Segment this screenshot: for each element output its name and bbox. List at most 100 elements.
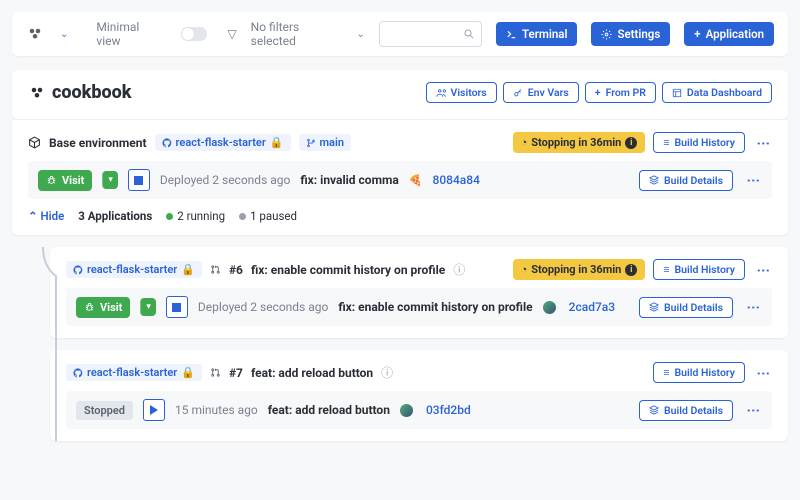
pr6-title: fix: enable commit history on profile xyxy=(251,263,445,277)
cube-icon xyxy=(28,136,41,149)
lock-icon: 🔒 xyxy=(270,136,284,149)
pr7-time: 15 minutes ago xyxy=(175,403,258,417)
lock-icon: 🔒 xyxy=(181,366,195,379)
build-history-button[interactable]: ≡Build History xyxy=(653,132,745,153)
search-input[interactable] xyxy=(379,21,482,47)
project-title: cookbook xyxy=(28,82,132,103)
visit-caret[interactable]: ▾ xyxy=(102,171,118,189)
commit-message: fix: invalid comma xyxy=(300,173,398,187)
dashboard-button[interactable]: Data Dashboard xyxy=(662,82,772,103)
avatar-icon xyxy=(400,404,413,417)
info-icon[interactable]: ⓘ xyxy=(453,261,465,278)
layers-icon xyxy=(649,405,659,415)
pr7-build-history-button[interactable]: ≡Build History xyxy=(653,362,745,383)
plus-icon: + xyxy=(595,86,601,99)
branch-chip[interactable]: main xyxy=(299,134,351,151)
list-icon: ≡ xyxy=(663,263,669,276)
application-button[interactable]: +Application xyxy=(684,22,774,46)
play-icon xyxy=(150,405,158,415)
frompr-button[interactable]: +From PR xyxy=(585,82,656,103)
logo-icon xyxy=(26,25,44,43)
bug-icon xyxy=(46,175,57,186)
project-icon xyxy=(28,84,46,102)
branch-connector xyxy=(38,247,58,441)
visitors-button[interactable]: Visitors xyxy=(426,82,497,103)
paused-count: 1 paused xyxy=(239,209,297,223)
base-env-label: Base environment xyxy=(49,136,147,150)
pr7-commit-hash[interactable]: 03fd2bd xyxy=(426,403,471,417)
pr6-visit-caret[interactable]: ▾ xyxy=(140,298,156,316)
pr6-visit-button[interactable]: Visit xyxy=(76,297,130,318)
pr6-deployed-time: Deployed 2 seconds ago xyxy=(198,300,328,314)
clock-icon: ◔ xyxy=(521,263,528,276)
terminal-button[interactable]: Terminal xyxy=(496,22,577,46)
filter-icon[interactable]: ▽ xyxy=(227,27,236,41)
pr6-stop-button[interactable] xyxy=(166,296,188,318)
stop-icon xyxy=(172,303,181,312)
pr7-panel: react-flask-starter🔒 #7 feat: add reload… xyxy=(50,350,788,441)
repo-chip[interactable]: react-flask-starter🔒 xyxy=(155,134,291,151)
info-icon[interactable]: ⓘ xyxy=(381,364,393,381)
envvars-button[interactable]: Env Vars xyxy=(503,82,579,103)
pr6-sub-menu[interactable]: ⋮ xyxy=(743,301,762,313)
base-sub-menu[interactable]: ⋮ xyxy=(743,174,762,186)
settings-button[interactable]: Settings xyxy=(591,22,670,46)
pr7-menu[interactable]: ⋮ xyxy=(753,367,772,379)
topbar: ⌄ Minimal view ▽ No filters selected ⌄ T… xyxy=(12,12,788,56)
dashboard-icon xyxy=(672,88,682,98)
pr7-commit-message: feat: add reload button xyxy=(268,403,390,417)
pr6-repo-chip[interactable]: react-flask-starter🔒 xyxy=(66,261,202,278)
stopping-badge: ◔Stopping in 36mini xyxy=(513,132,646,153)
pr6-menu[interactable]: ⋮ xyxy=(753,264,772,276)
github-icon xyxy=(162,138,172,148)
info-icon[interactable]: i xyxy=(625,137,637,149)
stop-icon xyxy=(134,176,143,185)
filters-dropdown[interactable]: ⌄ xyxy=(356,29,364,40)
gear-icon xyxy=(601,29,612,40)
list-icon: ≡ xyxy=(663,366,669,379)
pr7-sub-menu[interactable]: ⋮ xyxy=(743,404,762,416)
pr6-build-details-button[interactable]: Build Details xyxy=(639,297,733,318)
users-icon xyxy=(436,88,446,98)
list-icon: ≡ xyxy=(663,136,669,149)
bug-icon xyxy=(84,302,95,313)
pr7-repo-chip[interactable]: react-flask-starter🔒 xyxy=(66,364,202,381)
layers-icon xyxy=(649,175,659,185)
build-details-button[interactable]: Build Details xyxy=(639,170,733,191)
pr7-number: #7 xyxy=(229,366,243,380)
pr7-build-details-button[interactable]: Build Details xyxy=(639,400,733,421)
running-count: 2 running xyxy=(166,209,225,223)
apps-count: 3 Applications xyxy=(78,209,152,223)
pr6-stopping-badge: ◔Stopping in 36mini xyxy=(513,259,646,280)
pr6-commit-message: fix: enable commit history on profile xyxy=(338,300,532,314)
key-icon xyxy=(513,88,523,98)
deployed-time: Deployed 2 seconds ago xyxy=(160,173,290,187)
layers-icon xyxy=(649,302,659,312)
project-panel: cookbook Visitors Env Vars +From PR Data… xyxy=(12,70,788,119)
pr6-number: #6 xyxy=(229,263,243,277)
pr6-panel: react-flask-starter🔒 #6 fix: enable comm… xyxy=(50,247,788,338)
pr-icon xyxy=(210,264,221,275)
minimal-view-label: Minimal view xyxy=(96,20,161,48)
base-env-panel: Base environment react-flask-starter🔒 ma… xyxy=(12,119,788,235)
lock-icon: 🔒 xyxy=(181,263,195,276)
hide-toggle[interactable]: ⌃ Hide xyxy=(28,209,64,223)
minimal-view-toggle[interactable] xyxy=(181,27,207,41)
commit-hash[interactable]: 8084a84 xyxy=(433,173,480,187)
plus-icon: + xyxy=(694,27,700,41)
no-filters-label: No filters selected xyxy=(251,20,341,48)
pr6-build-history-button[interactable]: ≡Build History xyxy=(653,259,745,280)
pr7-play-button[interactable] xyxy=(143,399,165,421)
project-dropdown[interactable]: ⌄ xyxy=(60,29,68,40)
pr6-commit-hash[interactable]: 2cad7a3 xyxy=(569,300,615,314)
info-icon[interactable]: i xyxy=(625,264,637,276)
pr7-stopped-badge: Stopped xyxy=(76,401,133,420)
branch-icon xyxy=(306,138,316,148)
stop-button[interactable] xyxy=(128,169,150,191)
pr-icon xyxy=(210,367,221,378)
base-menu[interactable]: ⋮ xyxy=(753,137,772,149)
github-icon xyxy=(73,265,83,275)
github-icon xyxy=(73,368,83,378)
avatar-icon xyxy=(543,301,556,314)
visit-button[interactable]: Visit xyxy=(38,170,92,191)
